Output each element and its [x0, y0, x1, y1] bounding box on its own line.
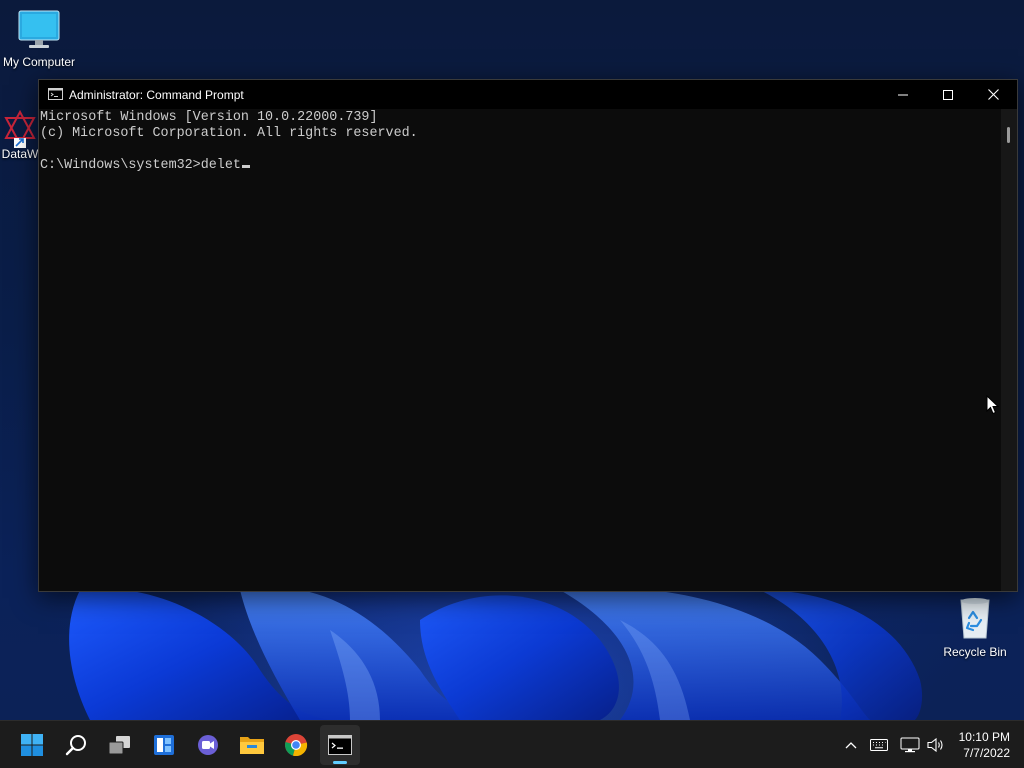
network-button[interactable] [899, 735, 921, 755]
volume-button[interactable] [925, 735, 947, 755]
file-explorer-button[interactable] [232, 725, 272, 765]
command-prompt-window[interactable]: Administrator: Command Prompt Microsoft … [38, 79, 1018, 592]
keyboard-button[interactable] [868, 735, 890, 755]
chevron-up-icon [845, 742, 857, 749]
start-icon [21, 734, 43, 756]
desktop-icon-label: My Computer [2, 55, 76, 69]
scrollbar-thumb[interactable] [1007, 127, 1010, 143]
minimize-icon [898, 94, 908, 95]
console-output[interactable]: Microsoft Windows [Version 10.0.22000.73… [39, 109, 1001, 591]
clock-time: 10:10 PM [958, 730, 1010, 744]
network-icon [900, 737, 920, 753]
close-icon [987, 89, 999, 100]
taskbar: 10:10 PM 7/7/2022 [0, 720, 1024, 768]
mouse-pointer-icon [986, 395, 1000, 415]
desktop-icon-label: Recycle Bin [943, 645, 1007, 659]
console-command-text: C:\Windows\system32>delet [40, 158, 241, 173]
task-view-icon [108, 736, 130, 755]
desktop-icon-recycle-bin[interactable]: Recycle Bin [940, 596, 1010, 659]
command-prompt-taskbar-button[interactable] [320, 725, 360, 765]
show-hidden-icons-button[interactable] [840, 735, 862, 755]
title-bar[interactable]: Administrator: Command Prompt [39, 80, 1017, 109]
maximize-icon [943, 89, 953, 100]
search-icon [65, 735, 86, 756]
chat-button[interactable] [188, 725, 228, 765]
vertical-scrollbar[interactable] [1001, 109, 1017, 591]
search-button[interactable] [56, 725, 96, 765]
recycle-bin-icon [960, 598, 990, 639]
text-cursor [241, 165, 250, 168]
minimize-button[interactable] [880, 80, 926, 109]
clock-date: 7/7/2022 [963, 746, 1010, 760]
window-title: Administrator: Command Prompt [69, 88, 244, 102]
file-explorer-icon [240, 737, 264, 754]
maximize-button[interactable] [925, 80, 971, 109]
console-prompt-line[interactable]: C:\Windows\system32>delet [40, 158, 250, 174]
chat-icon [198, 735, 218, 755]
widgets-button[interactable] [144, 725, 184, 765]
widgets-icon [154, 735, 174, 755]
chrome-button[interactable] [276, 725, 316, 765]
dataw-icon [4, 109, 36, 148]
volume-icon [927, 737, 943, 753]
start-button[interactable] [12, 725, 52, 765]
cmd-icon [48, 88, 63, 100]
active-app-indicator [333, 761, 347, 764]
task-view-button[interactable] [100, 725, 140, 765]
terminal-icon [328, 735, 352, 755]
console-line: Microsoft Windows [Version 10.0.22000.73… [40, 110, 378, 125]
monitor-icon [18, 10, 60, 48]
desktop-icon-dataw[interactable]: DataW [0, 108, 40, 161]
taskbar-clock[interactable]: 10:10 PM 7/7/2022 [959, 729, 1010, 761]
chrome-icon [285, 734, 308, 757]
console-line: (c) Microsoft Corporation. All rights re… [40, 126, 418, 141]
keyboard-icon [870, 739, 888, 751]
desktop-icon-label: DataW [1, 147, 39, 161]
close-button[interactable] [970, 80, 1016, 109]
desktop-icon-my-computer[interactable]: My Computer [0, 10, 78, 69]
